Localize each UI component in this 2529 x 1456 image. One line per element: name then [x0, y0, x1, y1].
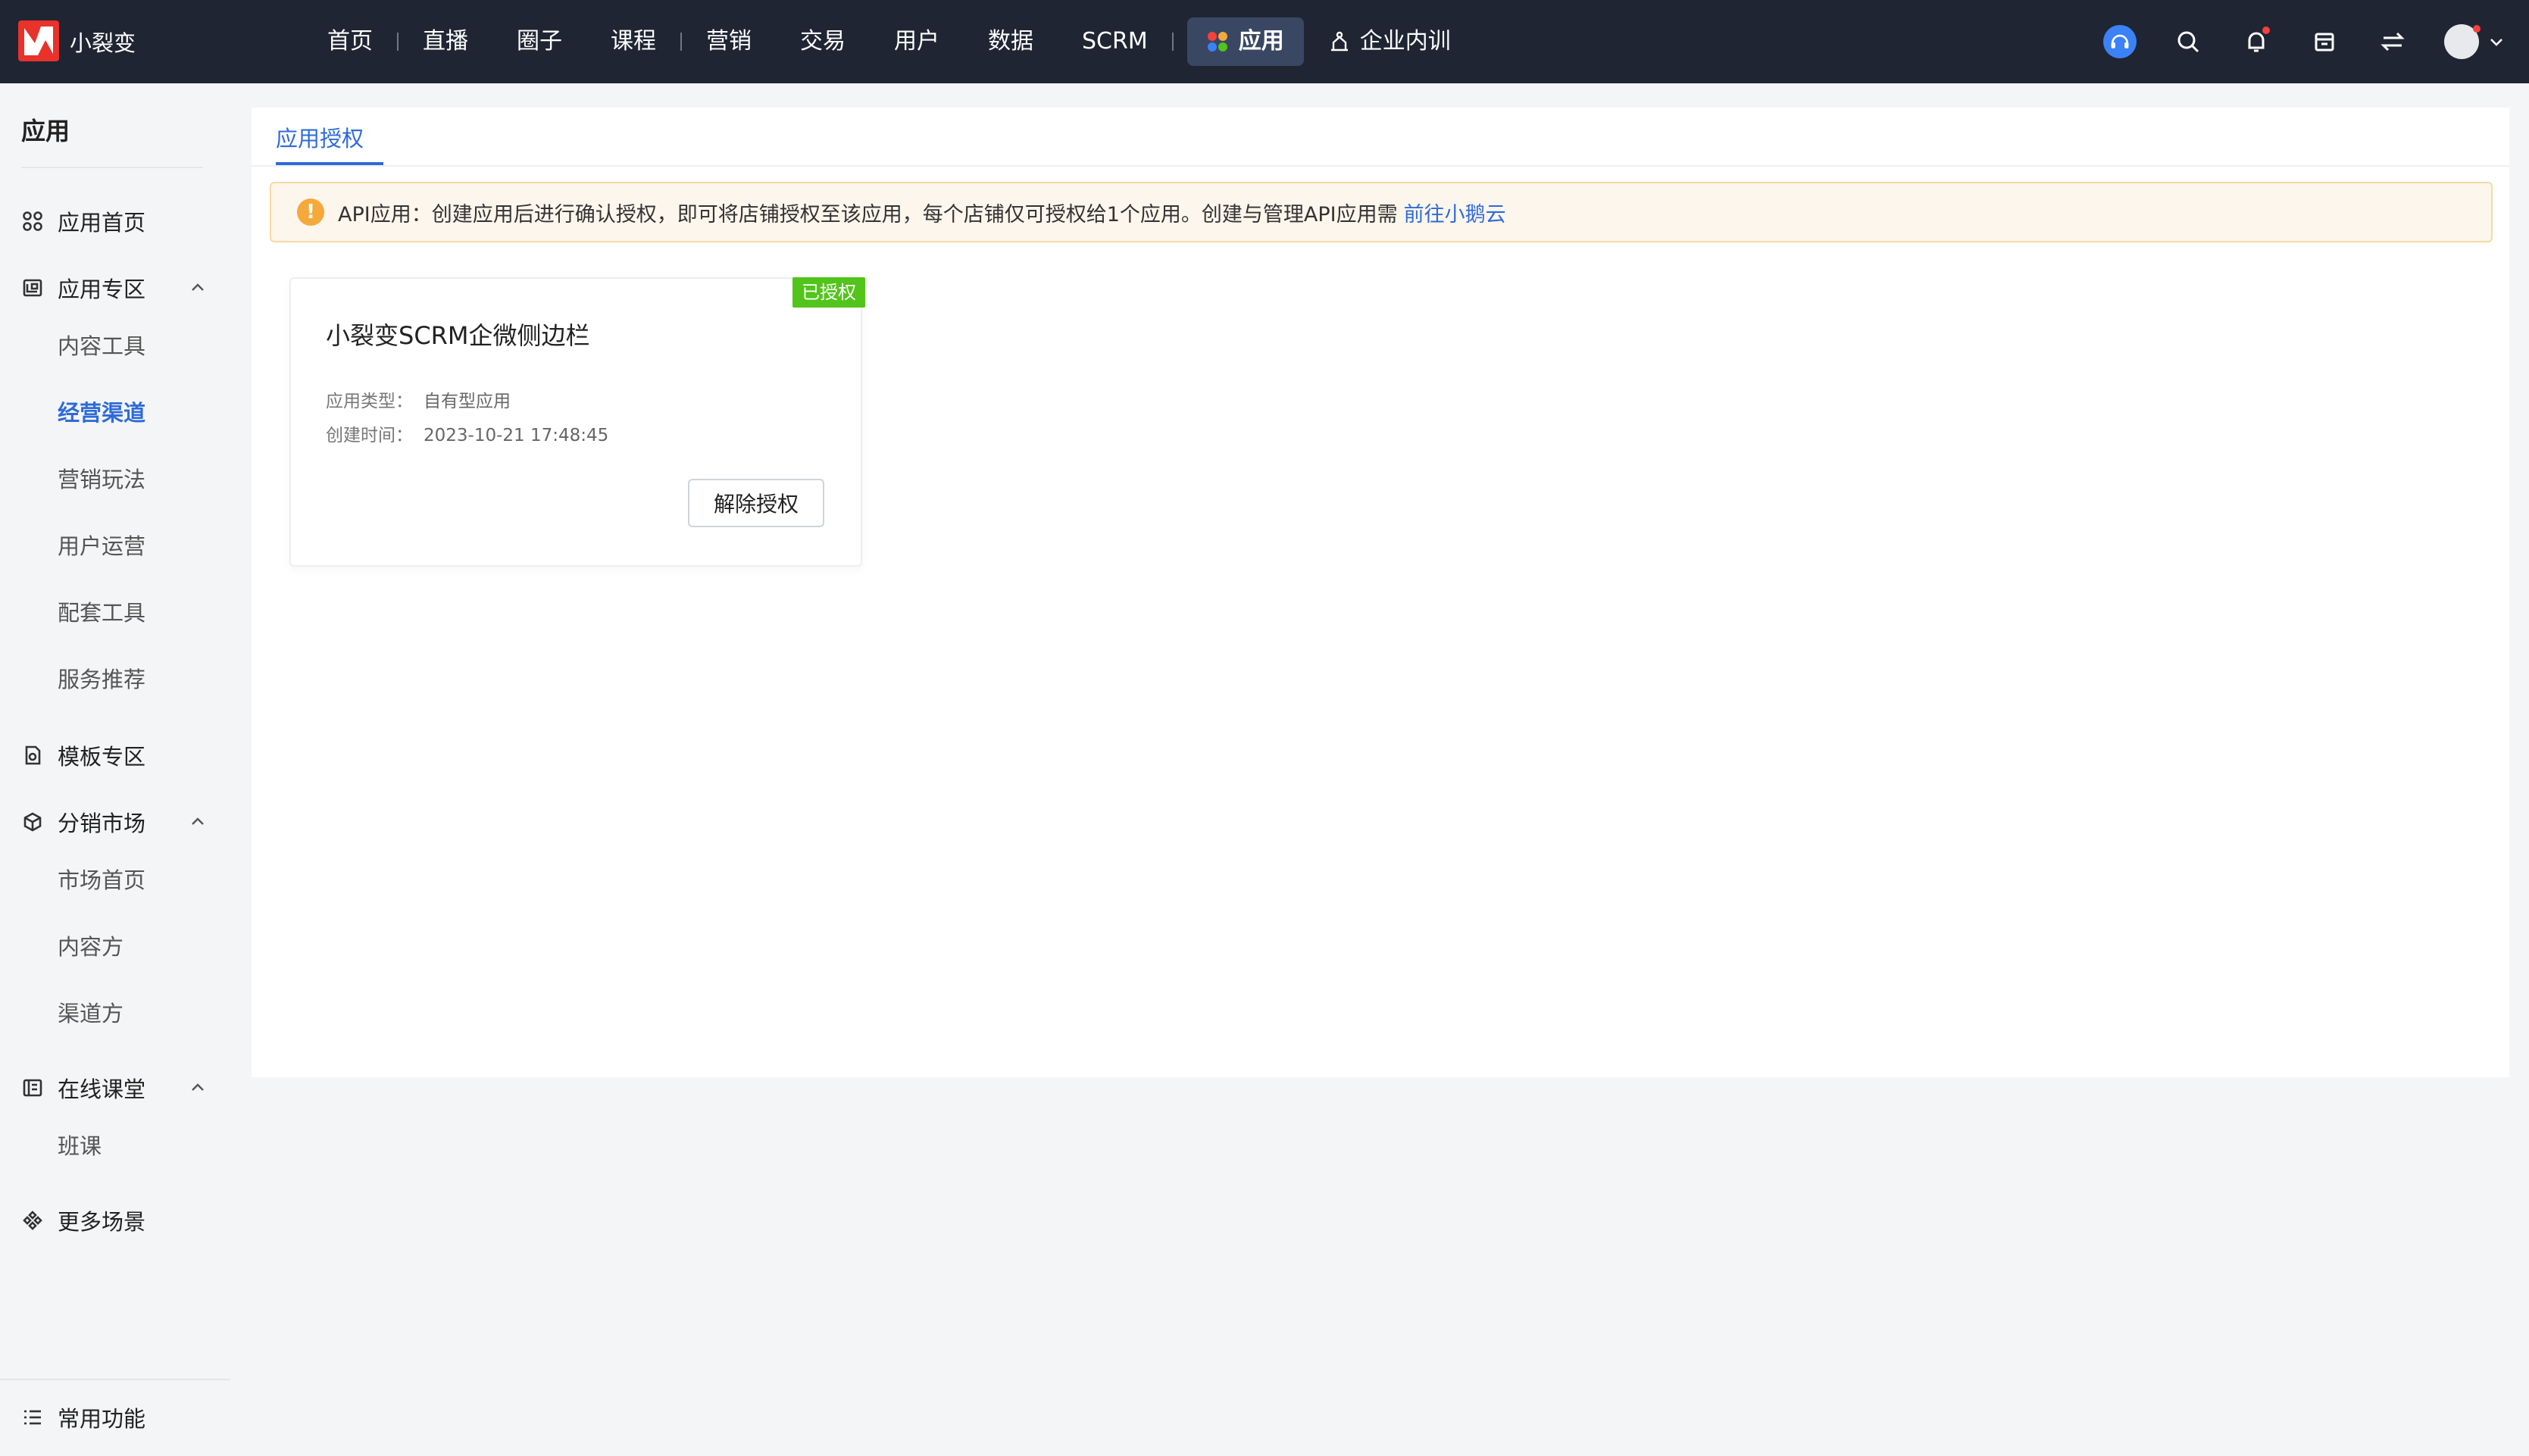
nav-trade[interactable]: 交易 — [776, 17, 870, 66]
sidebar-common-functions[interactable]: 常用功能 — [21, 1398, 208, 1436]
sidebar-item-more-scenes[interactable]: 更多场景 — [21, 1201, 208, 1239]
nav-apps-label: 应用 — [1238, 28, 1284, 55]
classroom-icon — [21, 1076, 44, 1099]
nav-users[interactable]: 用户 — [870, 17, 964, 66]
nav-scrm[interactable]: SCRM — [1058, 17, 1172, 66]
created-time-label: 创建时间： — [326, 426, 413, 445]
list-icon — [21, 1406, 44, 1429]
sidebar-item-app-home[interactable]: 应用首页 — [21, 202, 208, 240]
warning-icon: ! — [297, 198, 324, 226]
top-navigation-bar: 小裂变 首页 直播 圈子 课程 营销 交易 用户 数据 SCRM 应用 企业内训 — [0, 0, 2529, 83]
nav-circle[interactable]: 圈子 — [492, 17, 586, 66]
sidebar-item-label: 在线课堂 — [58, 1076, 146, 1102]
nav-live[interactable]: 直播 — [399, 17, 492, 66]
logo-icon[interactable] — [18, 20, 59, 61]
nav-separator — [1171, 33, 1174, 51]
sidebar-item-distribution-market[interactable]: 分销市场 — [21, 803, 208, 841]
nav-data[interactable]: 数据 — [964, 17, 1058, 66]
nav-enterprise-training-label: 企业内训 — [1359, 28, 1451, 55]
grid-icon — [21, 210, 44, 233]
sidebar-subitem-channel-provider[interactable]: 渠道方 — [58, 995, 123, 1033]
sidebar-item-label: 更多场景 — [58, 1209, 146, 1235]
notification-dot — [2262, 27, 2270, 34]
sidebar-subitem-marketing-plays[interactable]: 营销玩法 — [58, 461, 145, 498]
nav-home[interactable]: 首页 — [303, 17, 397, 66]
switch-button[interactable] — [2376, 25, 2409, 58]
headset-icon — [2103, 25, 2137, 58]
sidebar-subitem-user-ops[interactable]: 用户运营 — [58, 527, 145, 565]
status-badge: 已授权 — [792, 277, 865, 308]
chevron-up-icon[interactable] — [188, 278, 208, 298]
app-title: 小裂变SCRM企微侧边栏 — [326, 321, 590, 350]
nav-course[interactable]: 课程 — [586, 17, 680, 66]
sidebar-subitem-market-home[interactable]: 市场首页 — [58, 861, 145, 899]
app-zone-icon — [21, 277, 44, 299]
notifications-button[interactable] — [2240, 25, 2273, 58]
search-icon — [2177, 31, 2199, 53]
avatar-dot — [2473, 25, 2481, 33]
alert-text: API应用：创建应用后进行确认授权，即可将店铺授权至该应用，每个店铺仅可授权给1… — [338, 202, 1398, 227]
switch-icon — [2381, 32, 2405, 52]
sidebar-item-label: 模板专区 — [58, 744, 146, 770]
nav-apps[interactable]: 应用 — [1186, 17, 1304, 66]
sidebar-subitem-content-tools[interactable]: 内容工具 — [58, 327, 145, 365]
cube-icon — [21, 811, 44, 833]
apps-colorful-icon — [1207, 32, 1227, 52]
chevron-down-icon — [2490, 39, 2502, 46]
nav-enterprise-training[interactable]: 企业内训 — [1304, 17, 1475, 66]
scenes-icon — [21, 1209, 44, 1232]
chevron-up-icon[interactable] — [188, 812, 208, 832]
sidebar-subitem-content-provider[interactable]: 内容方 — [58, 928, 123, 966]
support-button[interactable] — [2103, 25, 2137, 58]
sidebar: 应用 应用首页 应用专区 内容工具 经营渠道 营销玩法 用户运营 配套工具 服务… — [0, 83, 230, 1456]
sidebar-item-online-classroom[interactable]: 在线课堂 — [21, 1069, 208, 1107]
revoke-authorization-button[interactable]: 解除授权 — [688, 479, 824, 527]
sidebar-subitem-service-recommend[interactable]: 服务推荐 — [58, 661, 145, 698]
sidebar-item-label: 分销市场 — [58, 811, 146, 836]
chevron-up-icon[interactable] — [188, 1078, 208, 1098]
info-alert: ! API应用：创建应用后进行确认授权，即可将店铺授权至该应用，每个店铺仅可授权… — [270, 182, 2493, 242]
user-menu[interactable] — [2444, 24, 2508, 59]
tab-app-authorization[interactable]: 应用授权 — [276, 121, 364, 153]
goto-xiaoeyun-link[interactable]: 前往小鹅云 — [1404, 198, 1506, 227]
sidebar-subitem-business-channels[interactable]: 经营渠道 — [58, 394, 145, 432]
app-type-row: 应用类型： 自有型应用 — [326, 386, 511, 412]
app-card: 已授权 小裂变SCRM企微侧边栏 应用类型： 自有型应用 创建时间： 2023-10… — [289, 277, 865, 567]
main-nav: 首页 直播 圈子 课程 营销 交易 用户 数据 SCRM 应用 企业内训 — [303, 0, 1475, 83]
sidebar-item-template-zone[interactable]: 模板专区 — [21, 736, 208, 774]
sidebar-divider — [21, 167, 203, 168]
sidebar-subitem-class[interactable]: 班课 — [58, 1127, 102, 1165]
tab-bar-divider — [252, 165, 2509, 167]
header-actions — [2103, 0, 2508, 83]
brand-name: 小裂变 — [70, 30, 136, 56]
app-type-label: 应用类型： — [326, 392, 413, 411]
sidebar-bottom-divider — [0, 1379, 230, 1380]
template-icon — [21, 744, 44, 767]
store-icon — [2315, 33, 2334, 52]
nav-marketing[interactable]: 营销 — [682, 17, 776, 66]
sidebar-title: 应用 — [21, 117, 70, 145]
sidebar-item-app-zone[interactable]: 应用专区 — [21, 269, 208, 307]
app-type-value: 自有型应用 — [424, 392, 511, 411]
sidebar-item-label: 应用首页 — [58, 210, 146, 236]
created-time-value: 2023-10-21 17:48:45 — [424, 426, 609, 445]
sidebar-subitem-supporting-tools[interactable]: 配套工具 — [58, 594, 145, 632]
search-button[interactable] — [2171, 25, 2205, 58]
main-panel: 应用授权 ! API应用：创建应用后进行确认授权，即可将店铺授权至该应用，每个店… — [252, 108, 2509, 1077]
sidebar-item-label: 常用功能 — [58, 1406, 146, 1432]
store-button[interactable] — [2308, 25, 2341, 58]
training-icon — [1330, 31, 1348, 52]
sidebar-item-label: 应用专区 — [58, 277, 146, 302]
created-time-row: 创建时间： 2023-10-21 17:48:45 — [326, 420, 608, 446]
